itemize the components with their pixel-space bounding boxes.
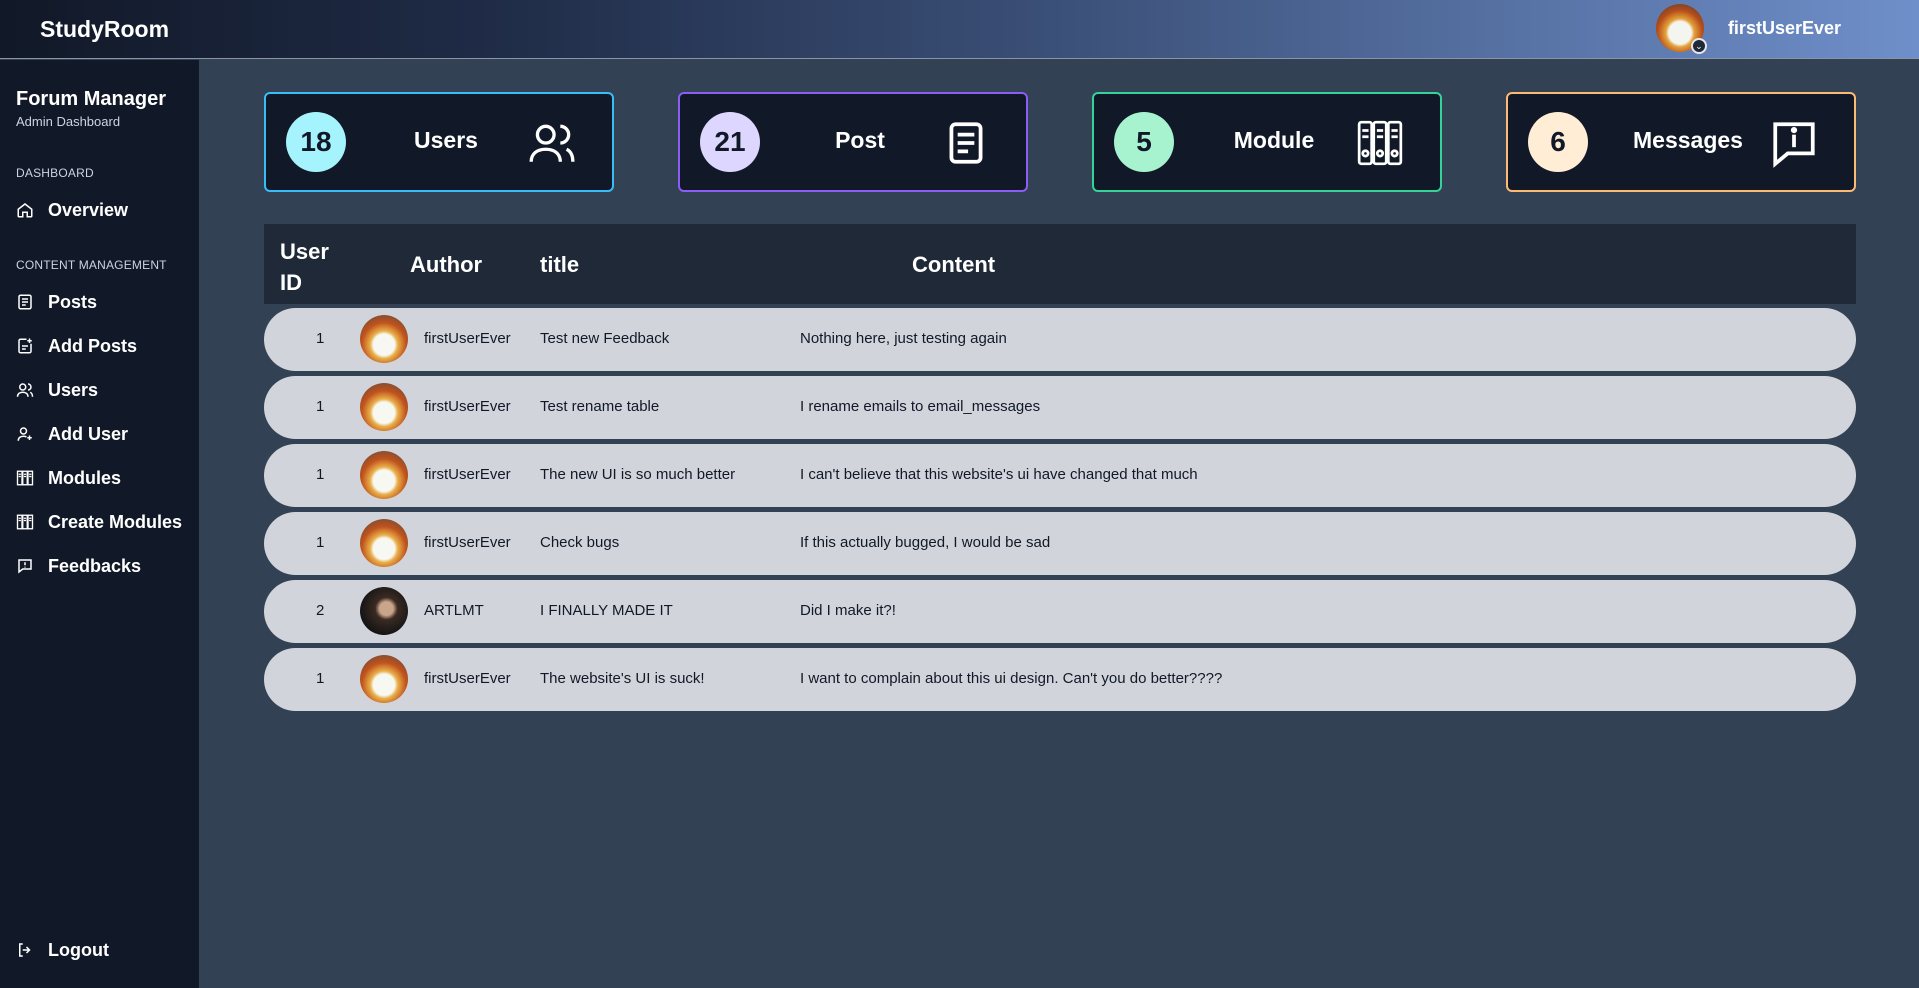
info-message-icon xyxy=(1773,122,1815,168)
logout-button[interactable]: Logout xyxy=(16,936,109,964)
sidebar-subtitle: Admin Dashboard xyxy=(16,114,121,129)
column-header-author: Author xyxy=(410,252,483,277)
cell-user-id: 2 xyxy=(316,602,325,619)
logout-icon xyxy=(19,943,31,957)
sidebar: Forum Manager Admin Dashboard DASHBOARD … xyxy=(0,60,199,988)
logout-label: Logout xyxy=(48,939,109,960)
cell-author: firstUserEver xyxy=(424,670,511,687)
avatar xyxy=(360,451,408,499)
sidebar-title: Forum Manager xyxy=(16,88,167,110)
sidebar-item-label: Overview xyxy=(48,199,129,220)
cell-author: firstUserEver xyxy=(424,398,511,415)
stat-label: Post xyxy=(835,127,885,153)
user-menu[interactable]: ⌄ firstUserEver xyxy=(1655,4,1841,54)
sidebar-item-posts[interactable]: Posts xyxy=(16,288,97,316)
sidebar-item-modules[interactable]: Modules xyxy=(16,464,121,492)
cell-content: I can't believe that this website's ui h… xyxy=(800,466,1198,483)
table-row[interactable]: 1 firstUserEver Test rename table I rena… xyxy=(264,376,1856,439)
cell-author: ARTLMT xyxy=(424,602,484,619)
cell-content: I rename emails to email_messages xyxy=(800,398,1041,415)
sidebar-item-label: Feedbacks xyxy=(48,555,142,576)
stat-label: Messages xyxy=(1633,127,1743,153)
binders-icon xyxy=(1357,120,1403,166)
table-row[interactable]: 1 firstUserEver The website's UI is suck… xyxy=(264,648,1856,711)
sidebar-item-label: Modules xyxy=(48,467,122,488)
column-header-user-id: User ID xyxy=(280,239,329,295)
cell-user-id: 1 xyxy=(316,534,325,551)
sidebar-item-label: Users xyxy=(48,379,99,400)
sidebar-item-label: Create Modules xyxy=(48,511,183,532)
cell-content: If this actually bugged, I would be sad xyxy=(800,534,1051,551)
avatar xyxy=(360,315,408,363)
sidebar-item-overview[interactable]: Overview xyxy=(16,196,128,224)
avatar xyxy=(360,383,408,431)
add-user-icon xyxy=(17,427,32,441)
stat-count: 18 xyxy=(286,112,346,172)
section-dashboard: DASHBOARD xyxy=(16,166,94,180)
sidebar-item-label: Add User xyxy=(48,423,129,444)
chevron-down-icon[interactable]: ⌄ xyxy=(1690,38,1707,54)
cell-content: Did I make it?! xyxy=(800,602,896,619)
cell-content: I want to complain about this ui design.… xyxy=(800,670,1223,687)
avatar xyxy=(360,519,408,567)
cell-user-id: 1 xyxy=(316,670,325,687)
sidebar-item-add-user[interactable]: Add User xyxy=(16,420,128,448)
table-row[interactable]: 2 ARTLMT I FINALLY MADE IT Did I make it… xyxy=(264,580,1856,643)
sidebar-item-feedbacks[interactable]: Feedbacks xyxy=(16,552,141,580)
stat-card-messages[interactable]: 6 Messages xyxy=(1506,92,1856,192)
cell-title: The new UI is so much better xyxy=(540,466,736,483)
cell-title: Check bugs xyxy=(540,534,620,551)
stat-count: 21 xyxy=(700,112,760,172)
username[interactable]: firstUserEver xyxy=(1728,18,1841,39)
cell-author: firstUserEver xyxy=(424,534,511,551)
home-icon xyxy=(17,203,33,218)
stat-card-modules[interactable]: 5 Module xyxy=(1092,92,1442,192)
brand-logo[interactable]: StudyRoom xyxy=(40,16,169,43)
avatar[interactable]: ⌄ xyxy=(1655,4,1707,54)
cell-user-id: 1 xyxy=(316,466,325,483)
column-header-content: Content xyxy=(912,252,996,277)
binders-icon xyxy=(16,514,34,530)
sidebar-item-create-modules[interactable]: Create Modules xyxy=(16,508,182,536)
binders-icon xyxy=(16,470,34,486)
sidebar-item-add-posts[interactable]: Add Posts xyxy=(16,332,137,360)
stat-count: 5 xyxy=(1114,112,1174,172)
cell-user-id: 1 xyxy=(316,398,325,415)
stat-card-posts[interactable]: 21 Post xyxy=(678,92,1028,192)
table-header: User ID Author title Content xyxy=(264,224,1856,304)
top-bar: StudyRoom ⌄ firstUserEver xyxy=(0,0,1919,59)
cell-user-id: 1 xyxy=(316,330,325,347)
stat-label: Users xyxy=(414,127,478,153)
column-header-title: title xyxy=(540,252,580,277)
stat-card-users[interactable]: 18 Users xyxy=(264,92,614,192)
sidebar-item-label: Add Posts xyxy=(48,335,138,356)
cell-title: Test new Feedback xyxy=(540,330,670,347)
cell-author: firstUserEver xyxy=(424,466,511,483)
table-row[interactable]: 1 firstUserEver Test new Feedback Nothin… xyxy=(264,308,1856,371)
document-icon xyxy=(18,294,32,310)
add-document-icon xyxy=(18,338,32,354)
stat-label: Module xyxy=(1233,127,1315,153)
feedback-icon xyxy=(18,559,32,574)
cell-content: Nothing here, just testing again xyxy=(800,330,1007,347)
avatar xyxy=(360,587,408,635)
section-content-management: CONTENT MANAGEMENT xyxy=(16,258,167,272)
sidebar-item-users[interactable]: Users xyxy=(16,376,98,404)
cell-title: I FINALLY MADE IT xyxy=(540,602,673,619)
cell-author: firstUserEver xyxy=(424,330,511,347)
cell-title: Test rename table xyxy=(540,398,660,415)
users-icon xyxy=(529,124,575,162)
table-row[interactable]: 1 firstUserEver Check bugs If this actua… xyxy=(264,512,1856,575)
users-icon xyxy=(16,383,34,397)
avatar xyxy=(360,655,408,703)
document-icon xyxy=(949,122,983,164)
table-row[interactable]: 1 firstUserEver The new UI is so much be… xyxy=(264,444,1856,507)
cell-title: The website's UI is suck! xyxy=(540,670,705,687)
sidebar-item-label: Posts xyxy=(48,291,98,312)
stat-count: 6 xyxy=(1528,112,1588,172)
